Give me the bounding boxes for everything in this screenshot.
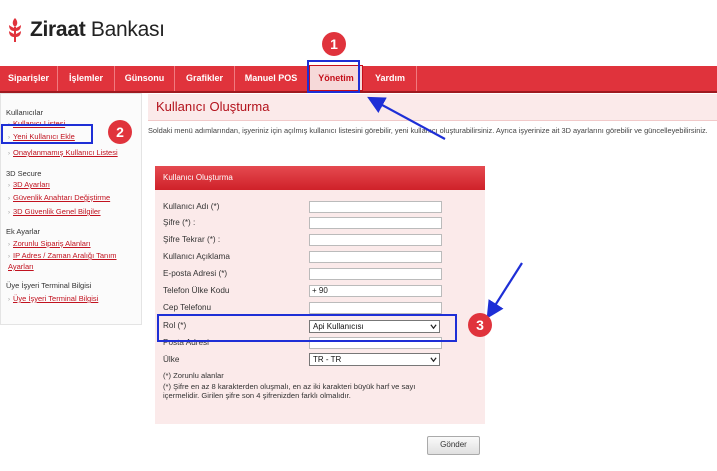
page-root: Ziraat Bankası Siparişler İşlemler Günso… [0,0,717,471]
arrow-to-role [486,262,523,319]
step-badge-3: 3 [468,313,492,337]
step-badge-1: 1 [322,32,346,56]
step-badge-2: 2 [108,120,132,144]
arrow-to-yonetim [367,96,446,140]
annotation-arrows [367,96,523,319]
